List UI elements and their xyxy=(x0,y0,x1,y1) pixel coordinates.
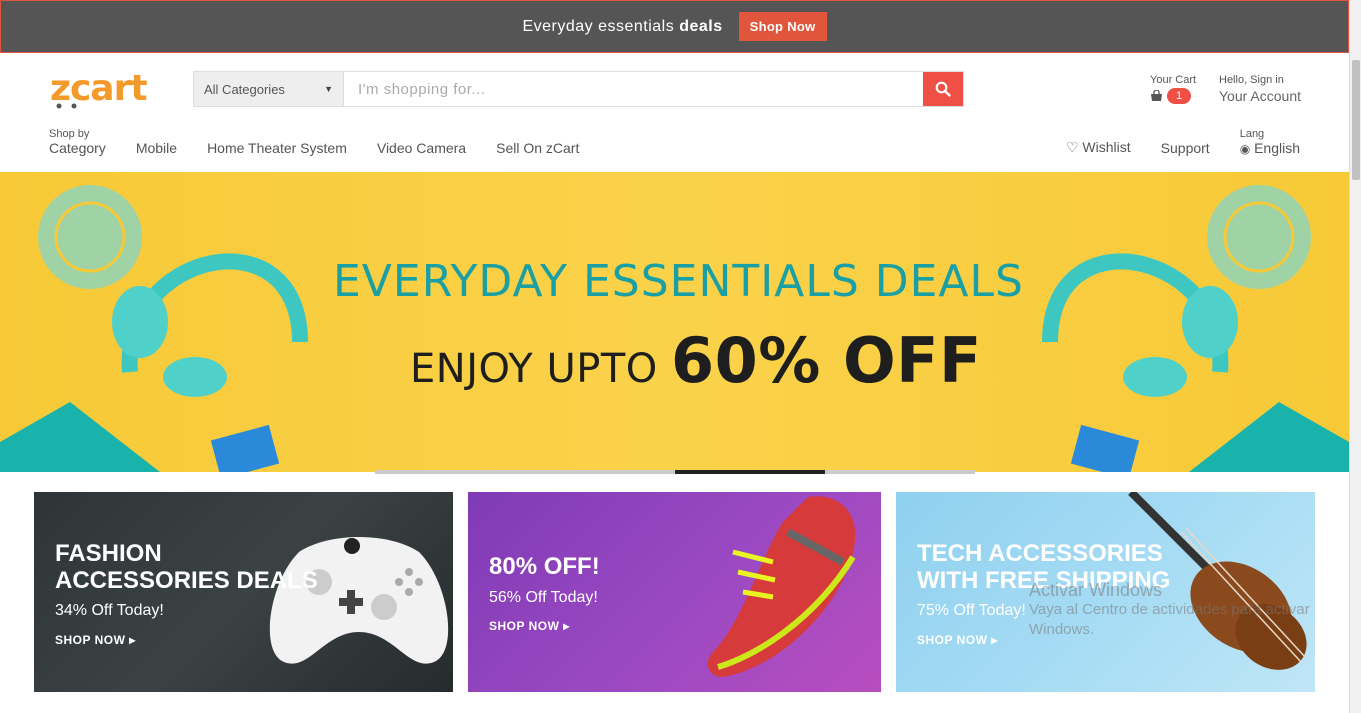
nav-item-home-theater[interactable]: Home Theater System xyxy=(207,140,347,156)
scrollbar-thumb[interactable] xyxy=(1352,60,1360,180)
cart-icon xyxy=(1151,90,1162,101)
account-menu[interactable]: Hello, Sign in Your Account xyxy=(1219,74,1301,104)
card-shop-now-link[interactable]: SHOP NOW ▸ xyxy=(917,633,998,647)
search-input[interactable] xyxy=(344,72,923,106)
slider-dot[interactable] xyxy=(825,470,975,474)
logo[interactable]: zcart xyxy=(50,68,170,119)
card-shop-now-link[interactable]: SHOP NOW ▸ xyxy=(489,619,570,633)
banner-title: EVERYDAY ESSENTIALS DEALS xyxy=(333,256,1024,307)
nav-item-sell-on-zcart[interactable]: Sell On zCart xyxy=(496,140,579,156)
nav-wishlist-label: Wishlist xyxy=(1082,139,1131,155)
svg-text:zcart: zcart xyxy=(50,68,147,109)
logo-mark: zcart xyxy=(50,68,148,109)
banner-subtitle: ENJOY UPTO 60% OFF xyxy=(410,324,982,397)
nav-lang-label: English xyxy=(1254,140,1300,156)
cart-count-badge: 1 xyxy=(1167,88,1192,104)
promo-card-shoes[interactable]: 80% OFF! 56% Off Today! SHOP NOW ▸ xyxy=(468,492,881,692)
chevron-down-icon: ▼ xyxy=(324,84,333,94)
nav-shop-by-small: Shop by xyxy=(49,128,90,140)
promo-card-fashion[interactable]: FASHION ACCESSORIES DEALS 34% Off Today!… xyxy=(34,492,453,692)
search-button[interactable] xyxy=(923,72,963,106)
globe-icon: ◉ xyxy=(1239,142,1251,156)
search-icon xyxy=(935,81,951,97)
promo-shop-now-button[interactable]: Shop Now xyxy=(738,12,827,41)
card-title: FASHION ACCESSORIES DEALS xyxy=(55,540,318,594)
nav-right: ♡ Wishlist Support Lang ◉ English xyxy=(1066,128,1300,156)
account-label: Your Account xyxy=(1219,88,1301,104)
card-shop-now-link[interactable]: SHOP NOW ▸ xyxy=(55,633,136,647)
site-header: zcart All Categories ▼ Your Cart 1 xyxy=(0,54,1349,172)
main-nav: Shop by Category Mobile Home Theater Sys… xyxy=(49,128,579,156)
search-bar: All Categories ▼ xyxy=(193,71,964,107)
cart[interactable]: Your Cart 1 xyxy=(1150,74,1196,104)
nav-category-label: Category xyxy=(49,140,106,156)
slider-dot[interactable] xyxy=(375,470,525,474)
card-subtitle: 34% Off Today! xyxy=(55,602,164,619)
nav-item-video-camera[interactable]: Video Camera xyxy=(377,140,466,156)
slider-dot-active[interactable] xyxy=(675,470,825,474)
nav-item-mobile[interactable]: Mobile xyxy=(136,140,177,156)
card-subtitle: 75% Off Today! xyxy=(917,602,1026,619)
nav-wishlist[interactable]: ♡ Wishlist xyxy=(1066,139,1131,156)
sneaker-image xyxy=(707,496,856,677)
nav-support[interactable]: Support xyxy=(1161,140,1210,156)
windows-activation-watermark: Activar Windows Vaya al Centro de activi… xyxy=(1029,580,1310,640)
card-subtitle: 56% Off Today! xyxy=(489,589,598,606)
nav-language[interactable]: Lang ◉ English xyxy=(1240,128,1300,156)
slider-indicators xyxy=(375,470,975,474)
nav-shop-by-category[interactable]: Shop by Category xyxy=(49,128,106,156)
promo-bar: Everyday essentials deals Shop Now xyxy=(0,0,1349,53)
category-select[interactable]: All Categories ▼ xyxy=(194,72,344,106)
watermark-line2: Windows. xyxy=(1029,621,1095,638)
cart-label: Your Cart xyxy=(1150,74,1197,86)
promo-text: Everyday essentials deals xyxy=(522,17,723,35)
account-greeting: Hello, Sign in xyxy=(1219,74,1284,86)
hero-banner[interactable]: EVERYDAY ESSENTIALS DEALS ENJOY UPTO 60%… xyxy=(0,172,1349,472)
slider-dot[interactable] xyxy=(525,470,675,474)
watermark-line1: Vaya al Centro de actividades para activ… xyxy=(1029,601,1310,618)
category-select-value: All Categories xyxy=(204,81,285,97)
page-scrollbar[interactable] xyxy=(1349,0,1361,713)
watermark-title: Activar Windows xyxy=(1029,580,1163,600)
banner-decoration xyxy=(0,185,1349,472)
heart-icon: ♡ xyxy=(1065,139,1079,155)
nav-lang-small: Lang xyxy=(1239,128,1265,140)
card-title: 80% OFF! xyxy=(489,553,600,580)
